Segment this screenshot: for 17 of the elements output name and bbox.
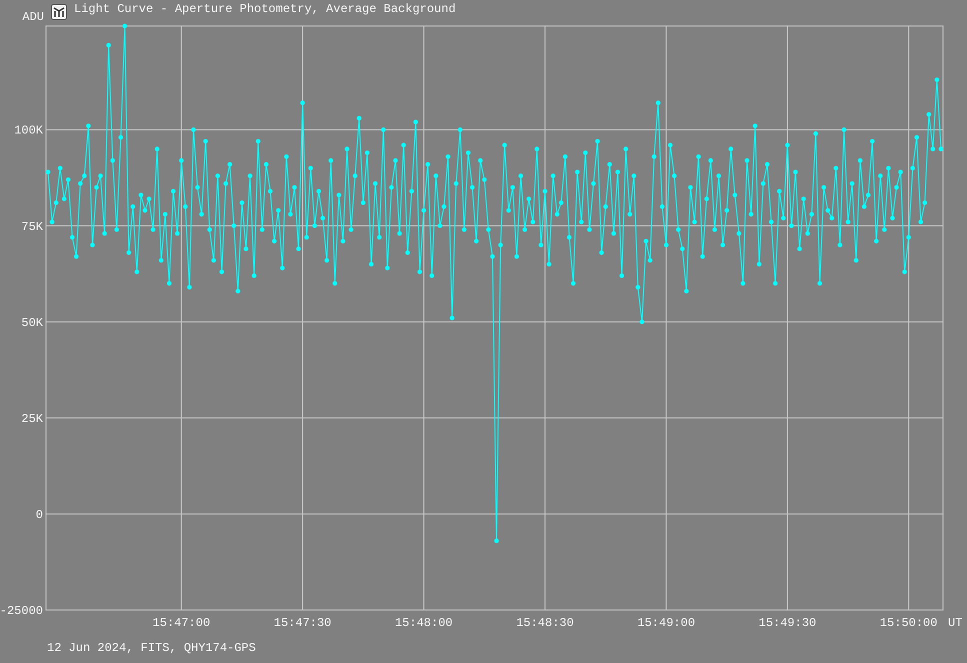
y-tick-label: 25K: [21, 412, 43, 426]
axis-label: ADU: [21, 9, 44, 26]
y-tick-label: -25000: [0, 604, 43, 618]
footer-text: 12 Jun 2024, FITS, QHY174-GPS: [46, 640, 257, 657]
x-tick-label: 15:48:00: [394, 616, 453, 630]
x-tick-label: 15:47:00: [152, 616, 210, 630]
y-tick-label: 100K: [14, 124, 43, 138]
y-tick-label: 0: [36, 508, 43, 522]
x-tick-label: 15:49:00: [637, 616, 696, 630]
y-tick-label: 50K: [21, 316, 43, 330]
x-tick-label: 15:49:30: [758, 616, 816, 630]
x-tick-label: 15:47:30: [274, 616, 332, 630]
window-title: Light Curve - Aperture Photometry, Average Background: [74, 1, 456, 18]
axis-label: UT: [948, 616, 962, 630]
x-tick-label: 15:50:00: [880, 616, 938, 630]
x-tick-label: 15:48:30: [516, 616, 574, 630]
y-tick-label: 75K: [21, 220, 43, 234]
